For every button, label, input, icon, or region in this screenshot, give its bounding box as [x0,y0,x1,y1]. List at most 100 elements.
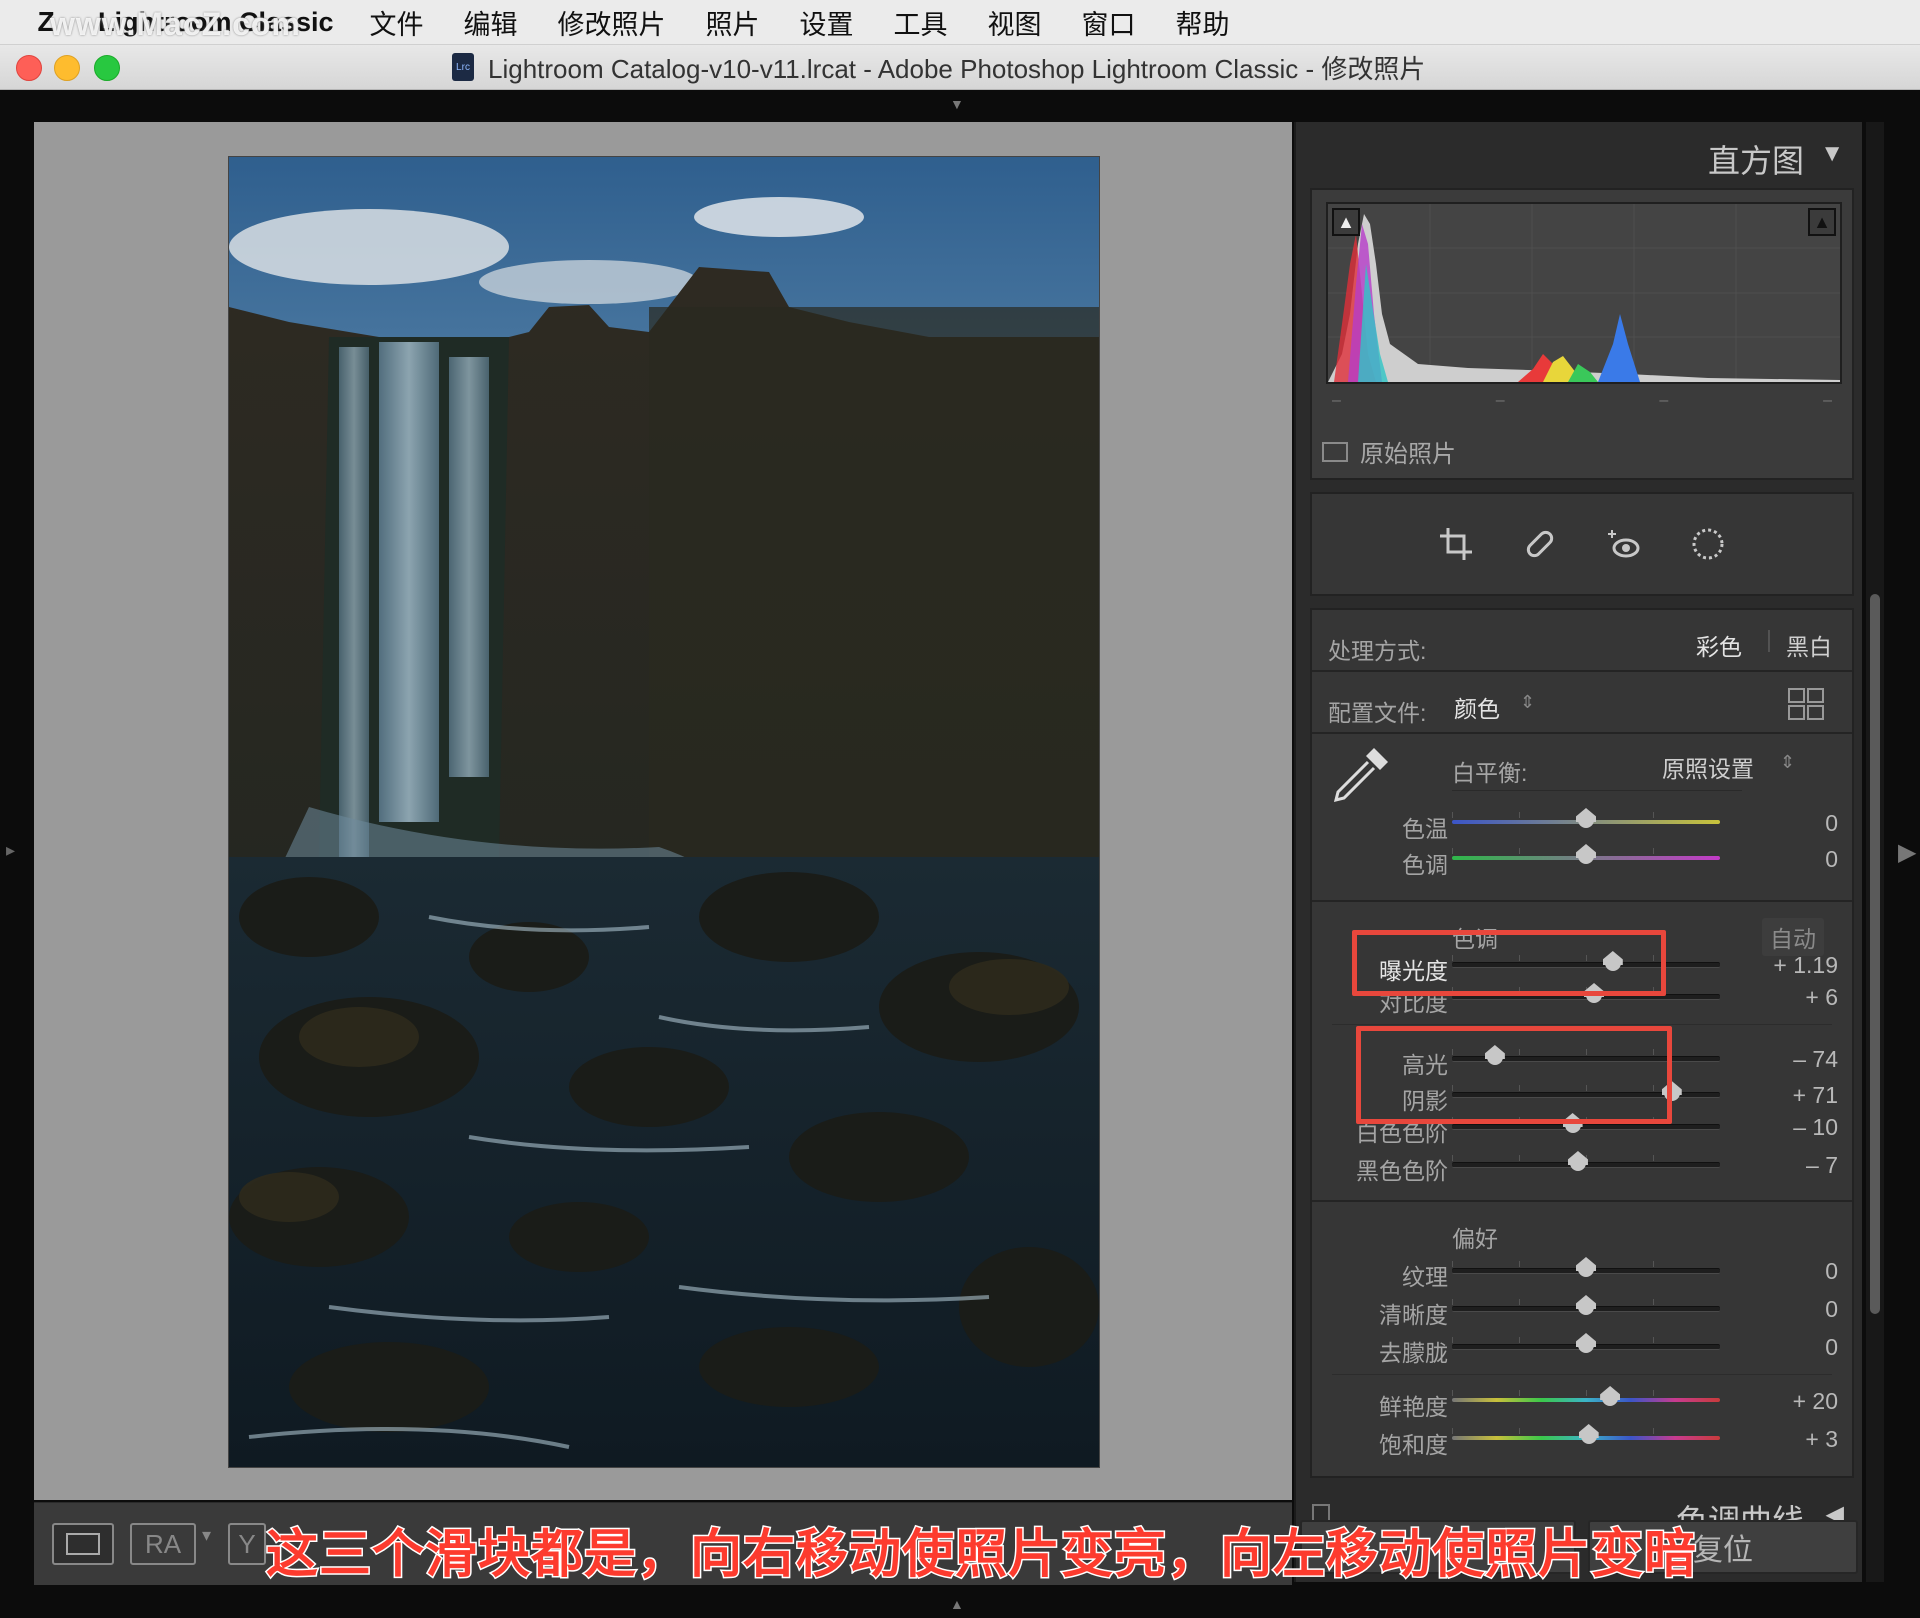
blacks-slider[interactable] [1452,1155,1720,1171]
tint-value[interactable]: 0 [1758,846,1838,873]
temp-label: 色温 [1402,816,1448,842]
highlight-clipping-icon[interactable]: ▲ [1808,208,1836,236]
temp-value[interactable]: 0 [1758,810,1838,837]
scrollbar-thumb[interactable] [1870,594,1880,1314]
white-balance-label: 白平衡: [1452,760,1528,786]
menu-app-name[interactable]: Lightroom Classic [98,7,334,38]
menu-window[interactable]: 窗口 [1082,3,1136,42]
spot-removal-icon[interactable] [1520,524,1560,564]
histogram-graph[interactable]: ▲ ▲ [1326,202,1842,384]
before-after-button[interactable]: RA [130,1523,196,1565]
highlights-value[interactable]: – 74 [1758,1046,1838,1073]
vibrance-slider[interactable] [1452,1390,1720,1406]
chevron-down-icon[interactable]: ▾ [202,1525,211,1546]
white-balance-select[interactable]: 原照设置 [1662,750,1754,784]
clarity-label: 清晰度 [1379,1302,1448,1328]
treatment-bw-button[interactable]: 黑白 [1786,628,1832,662]
temp-slider[interactable] [1452,812,1720,828]
loupe-view-button[interactable] [52,1523,114,1565]
window-zoom-button[interactable] [94,55,120,81]
menu-develop[interactable]: 修改照片 [558,3,666,42]
profile-browser-grid-icon[interactable] [1788,688,1824,720]
texture-label: 纹理 [1402,1264,1448,1290]
right-panel: 直方图 ▼ ▲ ▲ – – – – 原始照片 处理方式: 彩色 | 黑白 配置文… [1294,122,1862,1582]
contrast-value[interactable]: + 6 [1758,984,1838,1011]
vibrance-value[interactable]: + 20 [1758,1388,1838,1415]
saturation-value[interactable]: + 3 [1758,1426,1838,1453]
menu-edit[interactable]: 编辑 [464,3,518,42]
menu-bar: Z Lightroom Classic 文件 编辑 修改照片 照片 设置 工具 … [0,0,1920,45]
texture-slider[interactable] [1452,1261,1720,1277]
divider [1312,670,1852,672]
exposure-highlight-annotation [1352,930,1666,996]
menu-photo[interactable]: 照片 [706,3,760,42]
menu-file[interactable]: 文件 [370,3,424,42]
divider [1312,900,1852,902]
divider [1452,790,1742,791]
exposure-value[interactable]: + 1.19 [1758,952,1838,979]
waterfall-photo [228,156,1100,1468]
divider [1332,1374,1832,1375]
whites-slider[interactable] [1452,1117,1720,1133]
menu-settings[interactable]: 设置 [800,3,854,42]
auto-button[interactable]: 自动 [1762,918,1824,956]
vibrance-label: 鲜艳度 [1379,1394,1448,1420]
top-panel-toggle-icon[interactable]: ▼ [950,96,964,112]
original-photo-checkbox[interactable] [1322,441,1348,462]
left-panel-toggle-icon[interactable]: ▸ [6,840,15,861]
tint-label: 色调 [1402,852,1448,878]
histogram-header[interactable]: 直方图 ▼ [1296,122,1862,184]
shadow-clipping-icon[interactable]: ▲ [1332,208,1360,236]
bottom-panel-toggle-icon[interactable]: ▲ [950,1596,964,1612]
histogram-panel: ▲ ▲ – – – – 原始照片 [1310,188,1854,480]
eyedropper-icon[interactable] [1328,742,1394,813]
window-title: Lightroom Catalog-v10-v11.lrcat - Adobe … [488,53,1426,84]
tool-strip [1310,492,1854,596]
saturation-slider[interactable] [1452,1428,1720,1444]
dehaze-slider[interactable] [1452,1337,1720,1353]
histogram-ticks: – – – – [1332,392,1832,409]
dehaze-label: 去朦胧 [1379,1340,1448,1366]
clarity-slider[interactable] [1452,1299,1720,1315]
whites-value[interactable]: – 10 [1758,1114,1838,1141]
saturation-label: 饱和度 [1379,1432,1448,1458]
right-panel-scrollbar[interactable] [1866,122,1884,1582]
before-after-y-button[interactable]: Y [228,1523,266,1565]
presence-header: 偏好 [1452,1226,1498,1252]
app-logo-icon: Z [37,6,55,37]
tint-slider[interactable] [1452,848,1720,864]
menu-help[interactable]: 帮助 [1176,3,1230,42]
window-titlebar: Lrc Lightroom Catalog-v10-v11.lrcat - Ad… [0,45,1920,90]
original-photo-label: 原始照片 [1360,441,1456,468]
menu-tools[interactable]: 工具 [894,3,948,42]
dehaze-value[interactable]: 0 [1758,1334,1838,1361]
divider [1312,732,1852,734]
window-close-button[interactable] [16,55,42,81]
blacks-value[interactable]: – 7 [1758,1152,1838,1179]
profile-label: 配置文件: [1328,700,1427,726]
basic-panel: 处理方式: 彩色 | 黑白 配置文件: 颜色 ⇕ 白平衡: 原照设置 ⇕ 色温 … [1310,608,1854,1478]
right-panel-toggle-icon[interactable]: ▶ [1898,838,1916,867]
profile-select[interactable]: 颜色 [1454,690,1500,724]
masking-icon[interactable] [1688,524,1728,564]
catalog-file-icon: Lrc [452,53,474,81]
collapse-triangle-icon[interactable]: ▼ [1820,140,1844,168]
profile-stepper-icon[interactable]: ⇕ [1520,692,1535,713]
wb-stepper-icon[interactable]: ⇕ [1780,752,1795,773]
divider [1312,1200,1852,1202]
clarity-value[interactable]: 0 [1758,1296,1838,1323]
window-minimize-button[interactable] [54,55,80,81]
treatment-label: 处理方式: [1328,638,1427,664]
treatment-divider: | [1766,626,1772,652]
menu-view[interactable]: 视图 [988,3,1042,42]
tutorial-caption: 这三个滑块都是，向右移动使照片变亮，向左移动使照片变暗 [264,1525,1698,1586]
divider [1332,1024,1832,1025]
treatment-color-button[interactable]: 彩色 [1696,628,1742,662]
blacks-label: 黑色色阶 [1356,1158,1448,1184]
highlights-shadows-annotation [1356,1026,1672,1124]
shadows-value[interactable]: + 71 [1758,1082,1838,1109]
histogram-title: 直方图 [1707,143,1804,179]
texture-value[interactable]: 0 [1758,1258,1838,1285]
crop-icon[interactable] [1436,524,1476,564]
red-eye-icon[interactable] [1604,524,1644,564]
